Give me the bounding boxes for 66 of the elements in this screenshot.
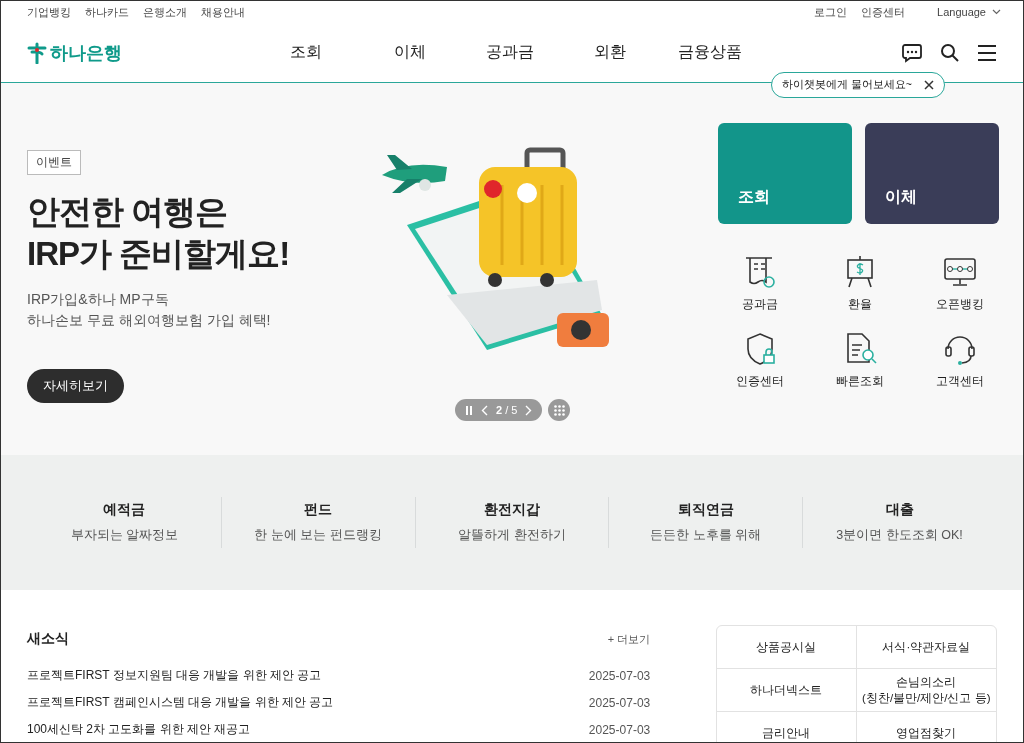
category-link[interactable]: 예적금 부자되는 알짜정보 — [28, 497, 221, 548]
quick-link[interactable]: 손님의소리 (칭찬/불만/제안/신고 등) — [856, 669, 996, 712]
more-link[interactable]: + 더보기 — [607, 631, 651, 647]
quick-menu-item[interactable]: 환율 — [810, 254, 910, 313]
quick-menu-item[interactable]: 인증센터 — [710, 331, 810, 390]
hero-title: 안전한 여행은 IRP가 준비할게요! — [27, 192, 291, 274]
quick-menu-item[interactable]: 오픈뱅킹 — [910, 254, 1010, 313]
category-description: 부자되는 알짜정보 — [70, 527, 179, 544]
quick-menu-item[interactable]: 빠른조회 — [810, 331, 910, 390]
chevron-right-icon[interactable] — [525, 404, 533, 416]
category-title: 환전지갑 — [484, 501, 540, 519]
category-link[interactable]: 펀드 한 눈에 보는 펀드랭킹 — [220, 497, 415, 548]
quick-card[interactable]: 이체 — [865, 123, 999, 224]
nav-item[interactable]: 금융상품 — [660, 42, 760, 63]
category-title: 퇴직연금 — [677, 501, 734, 519]
quick-card[interactable]: 조회 — [718, 123, 852, 224]
utility-link[interactable]: 인증센터 — [861, 4, 906, 20]
page-indicator: 2 / 5 — [496, 404, 518, 416]
category-description: 든든한 노후를 위해 — [650, 527, 762, 544]
category-title: 예적금 — [103, 501, 146, 519]
utility-link[interactable]: 채용안내 — [201, 4, 245, 20]
details-button[interactable]: 자세히보기 — [27, 369, 124, 403]
nav-item[interactable]: 조회 — [290, 42, 360, 63]
grid-button[interactable] — [548, 399, 571, 421]
nav-item[interactable]: 외환 — [560, 42, 660, 63]
language-selector[interactable]: Language — [937, 6, 1001, 18]
news-item-link[interactable]: 100세신탁 2차 고도화를 위한 제안 재공고 — [27, 721, 251, 738]
category-link[interactable]: 퇴직연금 든든한 노후를 위해 — [608, 497, 803, 548]
category-link[interactable]: 대출 3분이면 한도조회 OK! — [802, 497, 996, 548]
nav-item[interactable]: 공과금 — [460, 42, 560, 63]
category-description: 3분이면 한도조회 OK! — [836, 527, 963, 544]
utility-link[interactable]: 기업뱅킹 — [27, 4, 71, 20]
quick-link[interactable]: 상품공시실 — [717, 626, 857, 669]
utility-link[interactable]: 은행소개 — [143, 4, 187, 20]
menu-icon[interactable] — [977, 43, 997, 62]
logo-icon — [27, 41, 47, 64]
news-heading: 새소식 — [27, 630, 69, 648]
quick-menu-item[interactable]: 고객센터 — [910, 331, 1010, 390]
quick-menu-item[interactable]: 공과금 — [710, 254, 810, 313]
quick-link[interactable]: 서식·약관자료실 — [856, 626, 996, 669]
news-date: 2025-07-03 — [588, 722, 651, 737]
quick-link[interactable]: 영업점찾기 — [856, 712, 996, 742]
quick-link[interactable]: 하나더넥스트 — [717, 669, 857, 712]
quick-link[interactable]: 금리안내 — [717, 712, 857, 742]
chevron-down-icon — [992, 9, 1001, 15]
utility-link[interactable]: 로그인 — [814, 4, 848, 20]
chat-icon[interactable] — [901, 42, 923, 63]
pause-icon[interactable] — [465, 405, 473, 415]
event-badge: 이벤트 — [27, 150, 81, 175]
grid-icon — [553, 404, 565, 416]
category-link[interactable]: 환전지갑 알뜰하게 환전하기 — [414, 497, 609, 548]
search-icon[interactable] — [940, 42, 960, 63]
close-icon[interactable] — [924, 80, 934, 90]
news-item-link[interactable]: 프로젝트FIRST 캠페인시스템 대응 개발을 위한 제안 공고 — [27, 694, 334, 711]
category-description: 알뜰하게 환전하기 — [458, 527, 566, 544]
tooltip-text: 하이챗봇에게 물어보세요~ — [781, 78, 912, 92]
nav-item[interactable]: 이체 — [360, 42, 460, 63]
category-title: 펀드 — [304, 501, 333, 519]
category-title: 대출 — [885, 501, 914, 519]
category-description: 한 눈에 보는 펀드랭킹 — [254, 527, 382, 544]
chevron-left-icon[interactable] — [481, 404, 488, 416]
news-date: 2025-07-03 — [588, 695, 651, 710]
hero-subtitle: IRP가입&하나 MP구독 하나손보 무료 해외여행보험 가입 혜택! — [27, 290, 272, 330]
news-item-link[interactable]: 프로젝트FIRST 정보지원팀 대응 개발을 위한 제안 공고 — [27, 667, 322, 684]
utility-link[interactable]: 하나카드 — [85, 4, 129, 20]
news-date: 2025-07-03 — [588, 668, 651, 683]
